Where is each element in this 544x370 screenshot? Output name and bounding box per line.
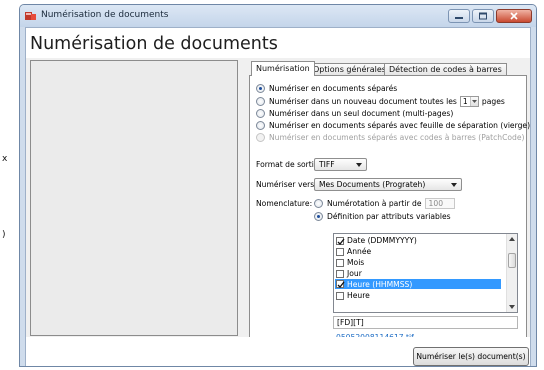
tab-panel-numerisation: Numériser en documents séparés Numériser… [249,75,530,345]
radio-button[interactable] [256,97,265,106]
spinner-value: 1 [462,97,468,106]
radio-button[interactable] [256,84,265,93]
output-format-select[interactable]: TIFF [314,158,367,171]
minimize-icon [455,17,463,19]
list-item-selected[interactable]: Heure (HHMMSS) [335,279,501,289]
checkbox[interactable] [336,280,345,288]
radio-option-every-n-pages[interactable]: Numériser dans un nouveau document toute… [256,96,505,107]
radio-label: Numériser en documents séparés avec code… [269,133,525,142]
radio-label-suffix: pages [481,97,505,106]
scrollbar-thumb[interactable] [508,253,516,268]
radio-option-variable-attributes[interactable]: Définition par attributs variables [314,212,451,221]
document-preview-panel [30,60,238,336]
radio-option-numbering[interactable]: Numérotation à partir de 100 [314,198,455,209]
list-item-label: Date (DDMMYYYY) [347,236,417,245]
checkbox[interactable] [336,269,344,278]
radio-label: Numériser en documents séparés [269,84,398,93]
scan-to-value: Mes Documents (Prograteh) [319,180,426,189]
close-button[interactable] [496,9,532,23]
background-text-fragment: ) [2,230,6,240]
checkbox[interactable] [336,258,344,267]
output-format-label: Format de sortie: [256,160,322,169]
attributes-listbox[interactable]: Date (DDMMYYYY) Année Mois Jour Heure (H… [333,233,518,313]
checkmark-icon [337,281,345,288]
list-item[interactable]: Jour [336,269,362,278]
list-item-label: Jour [347,269,362,278]
scan-dialog-window: Numérisation de documents Numérisation d… [19,4,537,367]
list-item[interactable]: Mois [336,258,364,267]
spinner-arrow[interactable] [469,97,478,106]
radio-option-separate-documents[interactable]: Numériser en documents séparés [256,84,397,93]
radio-button[interactable] [314,212,323,221]
title-bar[interactable]: Numérisation de documents [20,5,536,27]
chevron-down-icon [451,183,457,187]
list-item-label: Heure [347,291,370,300]
radio-label: Définition par attributs variables [327,212,451,221]
list-item[interactable]: Date (DDMMYYYY) [336,236,417,245]
dialog-body: Numérisation de documents Numérisation O… [25,27,531,366]
scan-to-label: Numériser vers: [256,180,317,189]
list-item-label: Mois [347,258,365,267]
checkmark-icon [337,238,345,245]
output-format-value: TIFF [319,160,335,169]
chevron-down-icon [356,163,362,167]
minimize-button[interactable] [448,9,470,23]
radio-button[interactable] [314,199,323,208]
page-title: Numérisation de documents [30,34,278,54]
scan-to-select[interactable]: Mes Documents (Prograteh) [314,178,462,191]
radio-label: Numériser en documents séparés avec feui… [269,121,531,130]
radio-option-barcodes: Numériser en documents séparés avec code… [256,133,524,142]
radio-option-single-document[interactable]: Numériser dans un seul document (multi-p… [256,109,453,118]
checkbox[interactable] [336,247,344,256]
radio-label: Numérotation à partir de [327,199,422,208]
maximize-button[interactable] [472,9,494,23]
tab-numerisation[interactable]: Numérisation [251,61,315,76]
pages-spinner[interactable]: 1 [459,96,479,107]
radio-label: Numériser dans un nouveau document toute… [269,97,457,106]
checkbox[interactable] [336,236,345,245]
list-item-label: Année [347,247,372,256]
chevron-down-icon[interactable] [509,305,515,309]
list-item[interactable]: Heure [336,291,370,300]
list-item[interactable]: Année [336,247,371,256]
window-title: Numérisation de documents [41,10,169,20]
chevron-down-icon [471,100,477,103]
checkbox[interactable] [336,291,344,300]
radio-option-separator-sheet[interactable]: Numériser en documents séparés avec feui… [256,121,530,130]
radio-button[interactable] [256,109,265,118]
numbering-start-input[interactable]: 100 [424,198,455,209]
listbox-scrollbar[interactable] [506,234,517,312]
radio-label: Numériser dans un seul document (multi-p… [269,109,454,118]
maximize-icon [479,12,487,20]
chevron-up-icon[interactable] [509,237,515,241]
radio-button [256,133,265,142]
nomenclature-label: Nomenclature: [256,199,313,208]
background-text-fragment: x [2,154,8,164]
close-icon [510,12,518,20]
list-item-label: Heure (HHMMSS) [347,279,413,289]
header-band: Numérisation de documents [26,28,530,58]
app-icon [25,12,36,20]
naming-pattern-input[interactable]: [FD][T] [333,316,518,329]
scan-documents-button[interactable]: Numériser le(s) document(s) [413,347,529,366]
radio-button[interactable] [256,121,265,130]
